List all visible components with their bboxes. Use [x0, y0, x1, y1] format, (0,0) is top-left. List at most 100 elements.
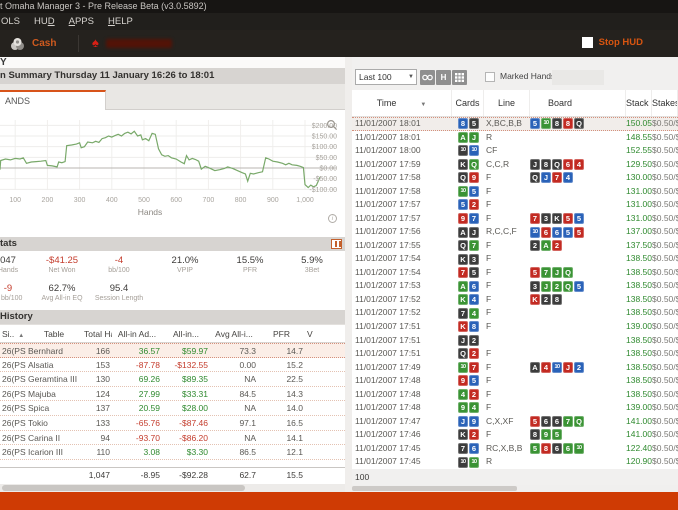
- left-scrollbar-thumb[interactable]: [2, 485, 245, 491]
- hand-row[interactable]: 11/01/2007 17:58105F131.00$0.50/$1.00: [352, 185, 678, 199]
- hand-row[interactable]: 11/01/2007 18:01AJR148.55$0.50/$1.00: [352, 131, 678, 145]
- menu-item-apps[interactable]: APPS: [69, 13, 94, 30]
- replay-button[interactable]: [420, 70, 435, 85]
- history-cell: 130: [82, 372, 112, 386]
- history-row-alsatia[interactable]: 26(PS)Alsatia153-87.78-$132.550.0015.2: [0, 358, 345, 373]
- x-tick-label: 400: [106, 197, 118, 204]
- card-5-club: 5: [530, 443, 540, 454]
- history-cell: 1,047: [82, 468, 112, 482]
- stop-hud-checkbox[interactable]: [582, 37, 593, 48]
- hand-row[interactable]: 11/01/2007 17:5752F131.00$0.50/$1.00: [352, 198, 678, 212]
- hand-row[interactable]: 11/01/2007 17:4842F138.50$0.50/$1.00: [352, 388, 678, 402]
- chart-info-icon[interactable]: i: [328, 214, 337, 223]
- hand-row[interactable]: 11/01/2007 17:59KQC,C,RJ8Q64129.50$0.50/…: [352, 158, 678, 172]
- hands-filter-select[interactable]: Last 100 ▼: [355, 69, 417, 85]
- hand-row[interactable]: 11/01/2007 17:4895F138.50$0.50/$1.00: [352, 374, 678, 388]
- marked-hands-checkbox[interactable]: [485, 72, 495, 82]
- history-column-1[interactable]: Table: [26, 325, 82, 342]
- card-Q-spade: Q: [458, 240, 468, 251]
- hands-column-line[interactable]: Line: [484, 90, 530, 116]
- card-9-heart: 9: [458, 213, 468, 224]
- cash-tab[interactable]: Cash: [10, 33, 56, 54]
- card-9-diamond: 9: [469, 416, 479, 427]
- card-4-club: 4: [469, 308, 479, 319]
- history-row-carina-ii[interactable]: 26(PS)Carina II94-93.70-$86.20NA14.1: [0, 431, 345, 446]
- hand-row[interactable]: 11/01/2007 18:0185X,BC,B,B51088Q150.05$0…: [352, 117, 678, 131]
- hand-line: F: [484, 361, 530, 375]
- hand-line: F: [484, 252, 530, 266]
- stats-config-icon[interactable]: [331, 239, 342, 249]
- chart-zoom-icon[interactable]: [326, 119, 338, 131]
- history-column-5[interactable]: Avg All-i...: [210, 325, 258, 342]
- hand-stack-size: 137.00: [626, 225, 652, 239]
- hand-cards: 95: [452, 374, 484, 388]
- right-horizontal-scrollbar[interactable]: [352, 485, 678, 492]
- hand-cards: 85: [452, 118, 484, 130]
- hand-row[interactable]: 11/01/2007 18:001010CF152.55$0.50/$1.00: [352, 144, 678, 158]
- hands-column-cards[interactable]: Cards: [452, 90, 484, 116]
- hand-row[interactable]: 11/01/2007 17:5475F57JQ138.50$0.50/$1.00: [352, 266, 678, 280]
- hand-row[interactable]: 11/01/2007 17:51K8F139.00$0.50/$1.00: [352, 320, 678, 334]
- player-name-redacted[interactable]: [106, 39, 172, 48]
- hand-row[interactable]: 11/01/2007 17:51J2138.50$0.50/$1.00: [352, 334, 678, 348]
- hand-stack-size: 137.50: [626, 239, 652, 253]
- hand-stakes: $0.50/$1.00: [652, 131, 678, 145]
- hands-column-time[interactable]: Time▼: [352, 90, 452, 116]
- history-row-tokio[interactable]: 26(PS)Tokio133-65.76-$87.4697.116.5: [0, 416, 345, 431]
- history-cell: 15.2: [258, 358, 305, 372]
- card-7-heart: 7: [458, 267, 468, 278]
- hand-time: 11/01/2007 17:48: [352, 374, 452, 388]
- hand-row[interactable]: 11/01/2007 17:4576RC,X,B,B586610122.40$0…: [352, 442, 678, 456]
- hand-row[interactable]: 11/01/2007 17:54K3F138.50$0.50/$1.00: [352, 252, 678, 266]
- hands-column-board[interactable]: Board: [530, 90, 626, 116]
- hand-row[interactable]: 11/01/2007 17:4894F139.00$0.50/$1.00: [352, 401, 678, 415]
- history-row-spica[interactable]: 26(PS)Spica13720.59$28.00NA14.0: [0, 401, 345, 416]
- hand-row[interactable]: 11/01/2007 17:47J9C,X,XF5667Q141.00$0.50…: [352, 415, 678, 429]
- card-5-heart: 5: [563, 213, 573, 224]
- stat-value: 95.4: [71, 283, 167, 294]
- hand-stack-size: 138.50: [626, 252, 652, 266]
- x-tick-label: 1,000: [296, 197, 314, 204]
- hand-row[interactable]: 11/01/2007 17:451010R120.90$0.50/$1.00: [352, 455, 678, 469]
- history-cell: 0.00: [210, 358, 258, 372]
- hand-stack-size: 138.50: [626, 374, 652, 388]
- history-column-6[interactable]: PFR: [258, 325, 305, 342]
- menu-item-help[interactable]: HELP: [108, 13, 133, 30]
- hud-button[interactable]: H: [436, 70, 451, 85]
- history-row-bernhard[interactable]: 26(PS)Bernhard16636.57$59.9773.314.7: [0, 343, 345, 358]
- hand-stakes: $0.50/$1.00: [652, 212, 678, 226]
- history-column-4[interactable]: All-in...: [162, 325, 210, 342]
- hand-row[interactable]: 11/01/2007 17:49107FA410J2138.50$0.50/$1…: [352, 361, 678, 375]
- hand-row[interactable]: 11/01/2007 17:5797F73K55131.00$0.50/$1.0…: [352, 212, 678, 226]
- hand-row[interactable]: 11/01/2007 17:52K4FK28138.50$0.50/$1.00: [352, 293, 678, 307]
- history-row-icarion-iii[interactable]: 26(PS)Icarion III1103.08$3.3086.512.1: [0, 445, 345, 460]
- card-2-spade: 2: [469, 335, 479, 346]
- card-5-spade: 5: [469, 118, 479, 129]
- history-column-7[interactable]: V: [305, 325, 345, 342]
- marked-hands-label: Marked Hands: [500, 71, 555, 81]
- right-scrollbar-thumb[interactable]: [352, 486, 517, 491]
- history-row-majuba[interactable]: 26(PS)Majuba12427.99$33.3184.514.3: [0, 387, 345, 402]
- stop-hud-control[interactable]: Stop HUD: [582, 37, 643, 48]
- hand-row[interactable]: 11/01/2007 17:53A6F3J2Q5138.50$0.50/$1.0…: [352, 279, 678, 293]
- history-row-geramtina-iii[interactable]: 26(PS)Geramtina III13069.26$89.35NA22.5: [0, 372, 345, 387]
- history-column-0[interactable]: Si..▲: [0, 325, 26, 342]
- menu-item-ols[interactable]: OLS: [1, 13, 20, 30]
- history-cell: 22.5: [258, 372, 305, 386]
- hands-column-stack-siz-[interactable]: Stack Siz...: [626, 90, 652, 116]
- menu-item-hud[interactable]: HUD: [34, 13, 55, 30]
- grid-view-button[interactable]: [452, 70, 467, 85]
- tab-hands[interactable]: ANDS: [0, 90, 106, 110]
- history-column-2[interactable]: Total Ha...: [82, 325, 112, 342]
- hands-column-stakes[interactable]: Stakes: [652, 90, 678, 116]
- hand-row[interactable]: 11/01/2007 17:51Q2F138.50$0.50/$1.00: [352, 347, 678, 361]
- hand-row[interactable]: 11/01/2007 17:55Q7F2A2137.50$0.50/$1.00: [352, 239, 678, 253]
- hand-row[interactable]: 11/01/2007 17:46K2F895141.00$0.50/$1.00: [352, 428, 678, 442]
- marked-hands-input[interactable]: [552, 70, 604, 85]
- hand-row[interactable]: 11/01/2007 17:5274F138.50$0.50/$1.00: [352, 306, 678, 320]
- left-horizontal-scrollbar[interactable]: [0, 484, 345, 492]
- hand-row[interactable]: 11/01/2007 17:56AJR,C,C,F106655137.00$0.…: [352, 225, 678, 239]
- history-column-3[interactable]: All-in Ad...: [112, 325, 162, 342]
- card-8-diamond: 8: [469, 321, 479, 332]
- hand-row[interactable]: 11/01/2007 17:58Q9FQJ74130.00$0.50/$1.00: [352, 171, 678, 185]
